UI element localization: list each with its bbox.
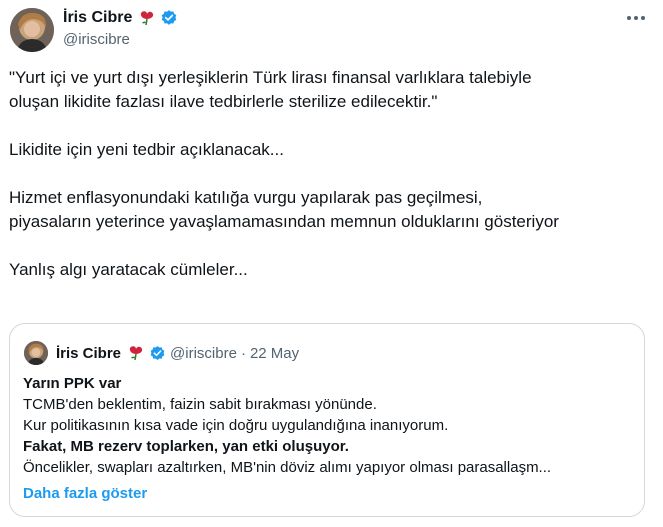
rose-icon	[126, 345, 146, 361]
avatar-image	[10, 8, 54, 52]
tweet: İris Cibre @iriscibre "Yurt içi ve yurt …	[0, 0, 663, 527]
quoted-line: Öncelikler, swapları azaltırken, MB'nin …	[23, 459, 552, 476]
quoted-line: Fakat, MB rezerv toplarken, yan etki olu…	[23, 438, 349, 455]
more-options-button[interactable]	[624, 10, 648, 26]
quoted-line: Yarın PPK var	[23, 375, 122, 392]
show-more-link[interactable]: Daha fazla göster	[23, 485, 147, 502]
tweet-paragraph: "Yurt içi ve yurt dışı yerleşiklerin Tür…	[9, 68, 532, 111]
tweet-paragraph: Yanlış algı yaratacak cümleler...	[9, 260, 248, 279]
quoted-body: Yarın PPK var TCMB'den beklentim, faizin…	[23, 373, 635, 478]
avatar[interactable]	[10, 8, 54, 52]
rose-icon	[137, 10, 157, 26]
quoted-tweet-card[interactable]: İris Cibre @iriscibre · 22 May Yarın PPK…	[9, 323, 645, 517]
verified-badge-icon	[149, 345, 166, 362]
tweet-paragraph: Hizmet enflasyonundaki katılığa vurgu ya…	[9, 188, 559, 231]
verified-badge-icon	[160, 9, 178, 27]
quoted-header: İris Cibre @iriscibre · 22 May	[56, 341, 299, 365]
author-handle[interactable]: @iriscibre	[63, 31, 130, 48]
author-display-name[interactable]: İris Cibre	[63, 9, 132, 27]
quoted-display-name[interactable]: İris Cibre	[56, 345, 121, 362]
quoted-handle[interactable]: @iriscibre	[170, 345, 237, 362]
tweet-text: "Yurt içi ve yurt dışı yerleşiklerin Tür…	[9, 66, 659, 306]
more-options-icon	[627, 16, 645, 20]
quoted-avatar[interactable]	[24, 341, 48, 365]
quoted-line: Kur politikasının kısa vade için doğru u…	[23, 417, 449, 434]
quoted-avatar-image	[24, 341, 48, 365]
author-name-row: İris Cibre	[63, 7, 178, 29]
quoted-line: TCMB'den beklentim, faizin sabit bırakma…	[23, 396, 377, 413]
tweet-paragraph: Likidite için yeni tedbir açıklanacak...	[9, 140, 284, 159]
quoted-date[interactable]: 22 May	[250, 345, 299, 362]
separator-dot: ·	[240, 344, 246, 362]
